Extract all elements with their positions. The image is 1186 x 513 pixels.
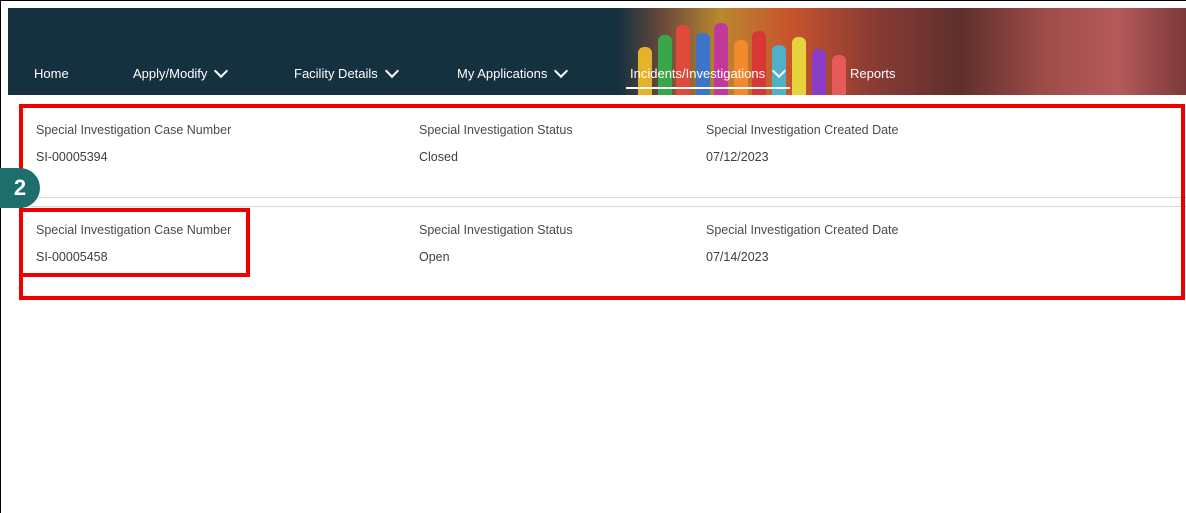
nav-items: Home Apply/Modify Facility Details My Ap… [8,8,1186,95]
chevron-down-icon [214,63,229,79]
nav-reports[interactable]: Reports [850,66,896,81]
step-number-badge: 2 [0,168,40,208]
top-navigation-bar: Home Apply/Modify Facility Details My Ap… [8,8,1186,95]
nav-incidents-investigations-label: Incidents/Investigations [630,66,766,81]
chevron-down-icon [772,63,787,79]
nav-my-applications-label: My Applications [457,66,548,81]
nav-apply-modify-label: Apply/Modify [133,66,208,81]
active-tab-underline [626,87,790,89]
chevron-down-icon [384,63,399,79]
nav-incidents-investigations[interactable]: Incidents/Investigations [630,63,787,81]
chevron-down-icon [554,63,569,79]
nav-home[interactable]: Home [34,66,69,81]
nav-facility-details-label: Facility Details [294,66,378,81]
nav-reports-label: Reports [850,66,896,81]
nav-home-label: Home [34,66,69,81]
nav-apply-modify[interactable]: Apply/Modify [133,63,229,81]
case-number-highlight-box [19,208,250,277]
nav-facility-details[interactable]: Facility Details [294,63,399,81]
nav-my-applications[interactable]: My Applications [457,63,569,81]
